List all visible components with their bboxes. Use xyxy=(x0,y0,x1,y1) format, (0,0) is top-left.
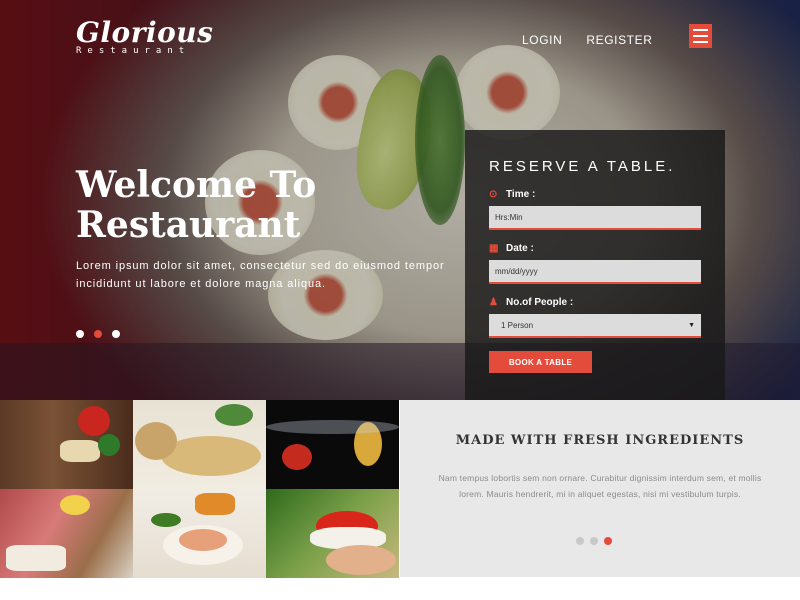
date-input[interactable]: mm/dd/yyyy xyxy=(489,260,701,284)
gallery-image-fish-plate[interactable] xyxy=(133,489,266,578)
reserve-table-panel: RESERVE A TABLE. ⊙ Time : Hrs:Min ▦ Date… xyxy=(465,130,725,400)
people-select[interactable]: 1 Person ▼ xyxy=(489,314,701,338)
hero-section: Glorious Restaurant LOGIN REGISTER Welco… xyxy=(0,0,800,400)
time-label: ⊙ Time : xyxy=(489,189,536,200)
slider-dot[interactable] xyxy=(576,537,584,545)
hero-slider-dots xyxy=(76,330,120,338)
slider-dot-active[interactable] xyxy=(604,537,612,545)
gallery-image-peanuts[interactable] xyxy=(133,400,266,489)
top-nav: LOGIN REGISTER xyxy=(522,33,653,47)
login-link[interactable]: LOGIN xyxy=(522,33,562,47)
date-label: ▦ Date : xyxy=(489,243,534,254)
slider-dot[interactable] xyxy=(112,330,120,338)
hero-title-line-2: Restaurant xyxy=(76,204,301,246)
clock-icon: ⊙ xyxy=(489,189,498,200)
ingredients-text: Nam tempus lobortis sem non ornare. Cura… xyxy=(438,473,762,499)
time-input[interactable]: Hrs:Min xyxy=(489,206,701,230)
slider-dot[interactable] xyxy=(590,537,598,545)
gallery-image-tomatoes[interactable] xyxy=(0,400,133,489)
slider-dot-active[interactable] xyxy=(94,330,102,338)
book-table-button[interactable]: BOOK A TABLE xyxy=(489,351,592,373)
ingredients-section: MADE WITH FRESH INGREDIENTS Nam tempus l… xyxy=(400,400,800,577)
gallery-image-splash[interactable] xyxy=(266,400,399,489)
hero-title: Welcome To Restaurant xyxy=(76,165,316,245)
ingredients-slider-dots xyxy=(576,537,612,545)
gallery-image-tomato-bowl[interactable] xyxy=(266,489,399,578)
calendar-icon: ▦ xyxy=(489,243,499,254)
people-label: ♟ No.of People : xyxy=(489,297,574,308)
dropdown-arrow-icon: ▼ xyxy=(688,321,695,329)
hamburger-icon[interactable] xyxy=(689,24,712,48)
register-link[interactable]: REGISTER xyxy=(586,33,652,47)
ingredients-title: MADE WITH FRESH INGREDIENTS xyxy=(455,433,745,448)
users-icon: ♟ xyxy=(489,297,498,308)
gallery-image-buffet[interactable] xyxy=(0,489,133,578)
reserve-title: RESERVE A TABLE. xyxy=(489,158,676,175)
brand-name: Glorious xyxy=(76,16,214,49)
hero-text: Lorem ipsum dolor sit amet, consectetur … xyxy=(76,260,445,290)
slider-dot[interactable] xyxy=(76,330,84,338)
hero-title-line-1: Welcome To xyxy=(76,164,317,206)
brand-logo[interactable]: Glorious Restaurant xyxy=(76,16,213,56)
